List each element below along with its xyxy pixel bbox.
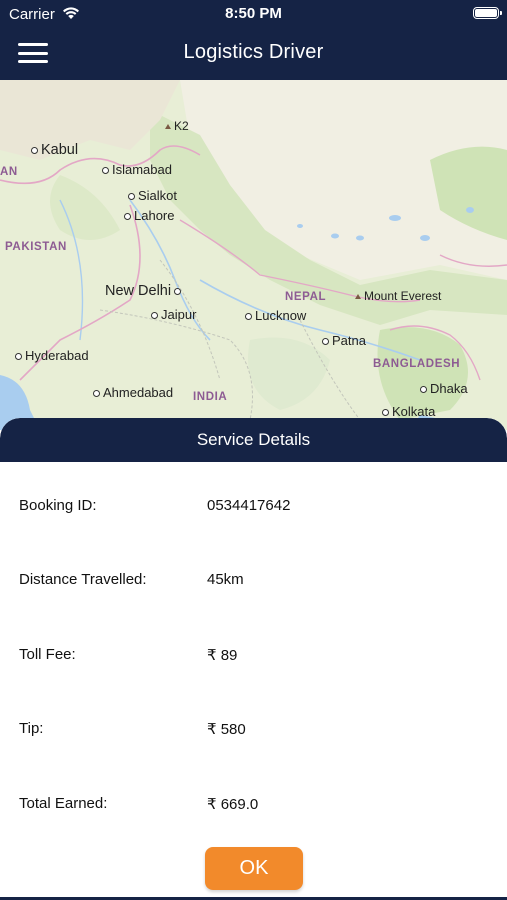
city-dot-icon — [93, 390, 100, 398]
detail-row-toll-fee: Toll Fee: ₹ 89 — [0, 646, 507, 670]
map-label-sialkot: Sialkot — [128, 188, 177, 203]
toll-fee-value: ₹ 89 — [207, 647, 238, 664]
detail-row-total-earned: Total Earned: ₹ 669.0 — [0, 795, 507, 819]
city-dot-icon — [322, 338, 329, 346]
map-label-islamabad: Islamabad — [102, 162, 172, 177]
booking-id-label: Booking ID: — [19, 497, 97, 514]
page-title: Logistics Driver — [183, 41, 324, 63]
distance-label: Distance Travelled: — [19, 571, 147, 588]
map-label-pakistan: PAKISTAN — [5, 241, 67, 253]
detail-row-booking-id: Booking ID: 0534417642 — [0, 497, 507, 521]
map-label-kolkata: Kolkata — [382, 404, 435, 419]
map-label-ahmedabad: Ahmedabad — [93, 385, 173, 400]
tip-label: Tip: — [19, 720, 44, 737]
city-dot-icon — [15, 353, 22, 361]
battery-icon — [473, 7, 502, 19]
distance-value: 45km — [207, 571, 244, 588]
map-label-india: INDIA — [193, 391, 228, 403]
city-dot-icon — [245, 313, 252, 321]
map-label-lahore: Lahore — [124, 208, 174, 223]
status-bar: Carrier 8:50 PM — [0, 0, 507, 28]
city-dot-icon — [420, 386, 427, 394]
tip-value: ₹ 580 — [207, 721, 246, 738]
map-label-new-delhi: New Delhi — [105, 283, 182, 299]
map-label-kabul: Kabul — [31, 142, 78, 158]
detail-row-tip: Tip: ₹ 580 — [0, 720, 507, 744]
peak-marker-icon — [355, 294, 361, 300]
city-dot-icon — [382, 409, 389, 417]
map-label-dhaka: Dhaka — [420, 381, 468, 396]
city-dot-icon — [31, 146, 38, 154]
map-label-k2: K2 — [165, 119, 189, 133]
detail-row-distance: Distance Travelled: 45km — [0, 571, 507, 595]
map-terrain — [0, 80, 507, 430]
map-label-hyderabad: Hyderabad — [15, 348, 89, 363]
map-view[interactable]: Kabul K2 Islamabad Sialkot Lahore PAKIST… — [0, 80, 507, 430]
total-earned-label: Total Earned: — [19, 795, 108, 812]
map-label-bangladesh: BANGLADESH — [373, 358, 461, 370]
map-label-patna: Patna — [322, 333, 366, 348]
toll-fee-label: Toll Fee: — [19, 646, 76, 663]
navigation-bar: Logistics Driver — [0, 28, 507, 80]
booking-id-value: 0534417642 — [207, 497, 291, 514]
city-dot-icon — [151, 312, 158, 320]
map-label-nepal: NEPAL — [285, 291, 327, 303]
status-time: 8:50 PM — [225, 5, 282, 22]
service-details-header: Service Details — [0, 418, 507, 462]
city-dot-icon — [128, 193, 135, 201]
ok-button[interactable]: OK — [205, 847, 303, 890]
service-details-sheet: Service Details Booking ID: 0534417642 D… — [0, 418, 507, 900]
city-dot-icon — [102, 167, 109, 175]
map-label-mount-everest: Mount Everest — [355, 289, 441, 303]
city-dot-icon — [124, 213, 131, 221]
peak-marker-icon — [165, 124, 171, 130]
map-label-lucknow: Lucknow — [245, 308, 306, 323]
total-earned-value: ₹ 669.0 — [207, 796, 259, 813]
map-label-an: AN — [0, 166, 18, 178]
capital-dot-icon — [174, 287, 182, 295]
map-label-jaipur: Jaipur — [151, 307, 196, 322]
